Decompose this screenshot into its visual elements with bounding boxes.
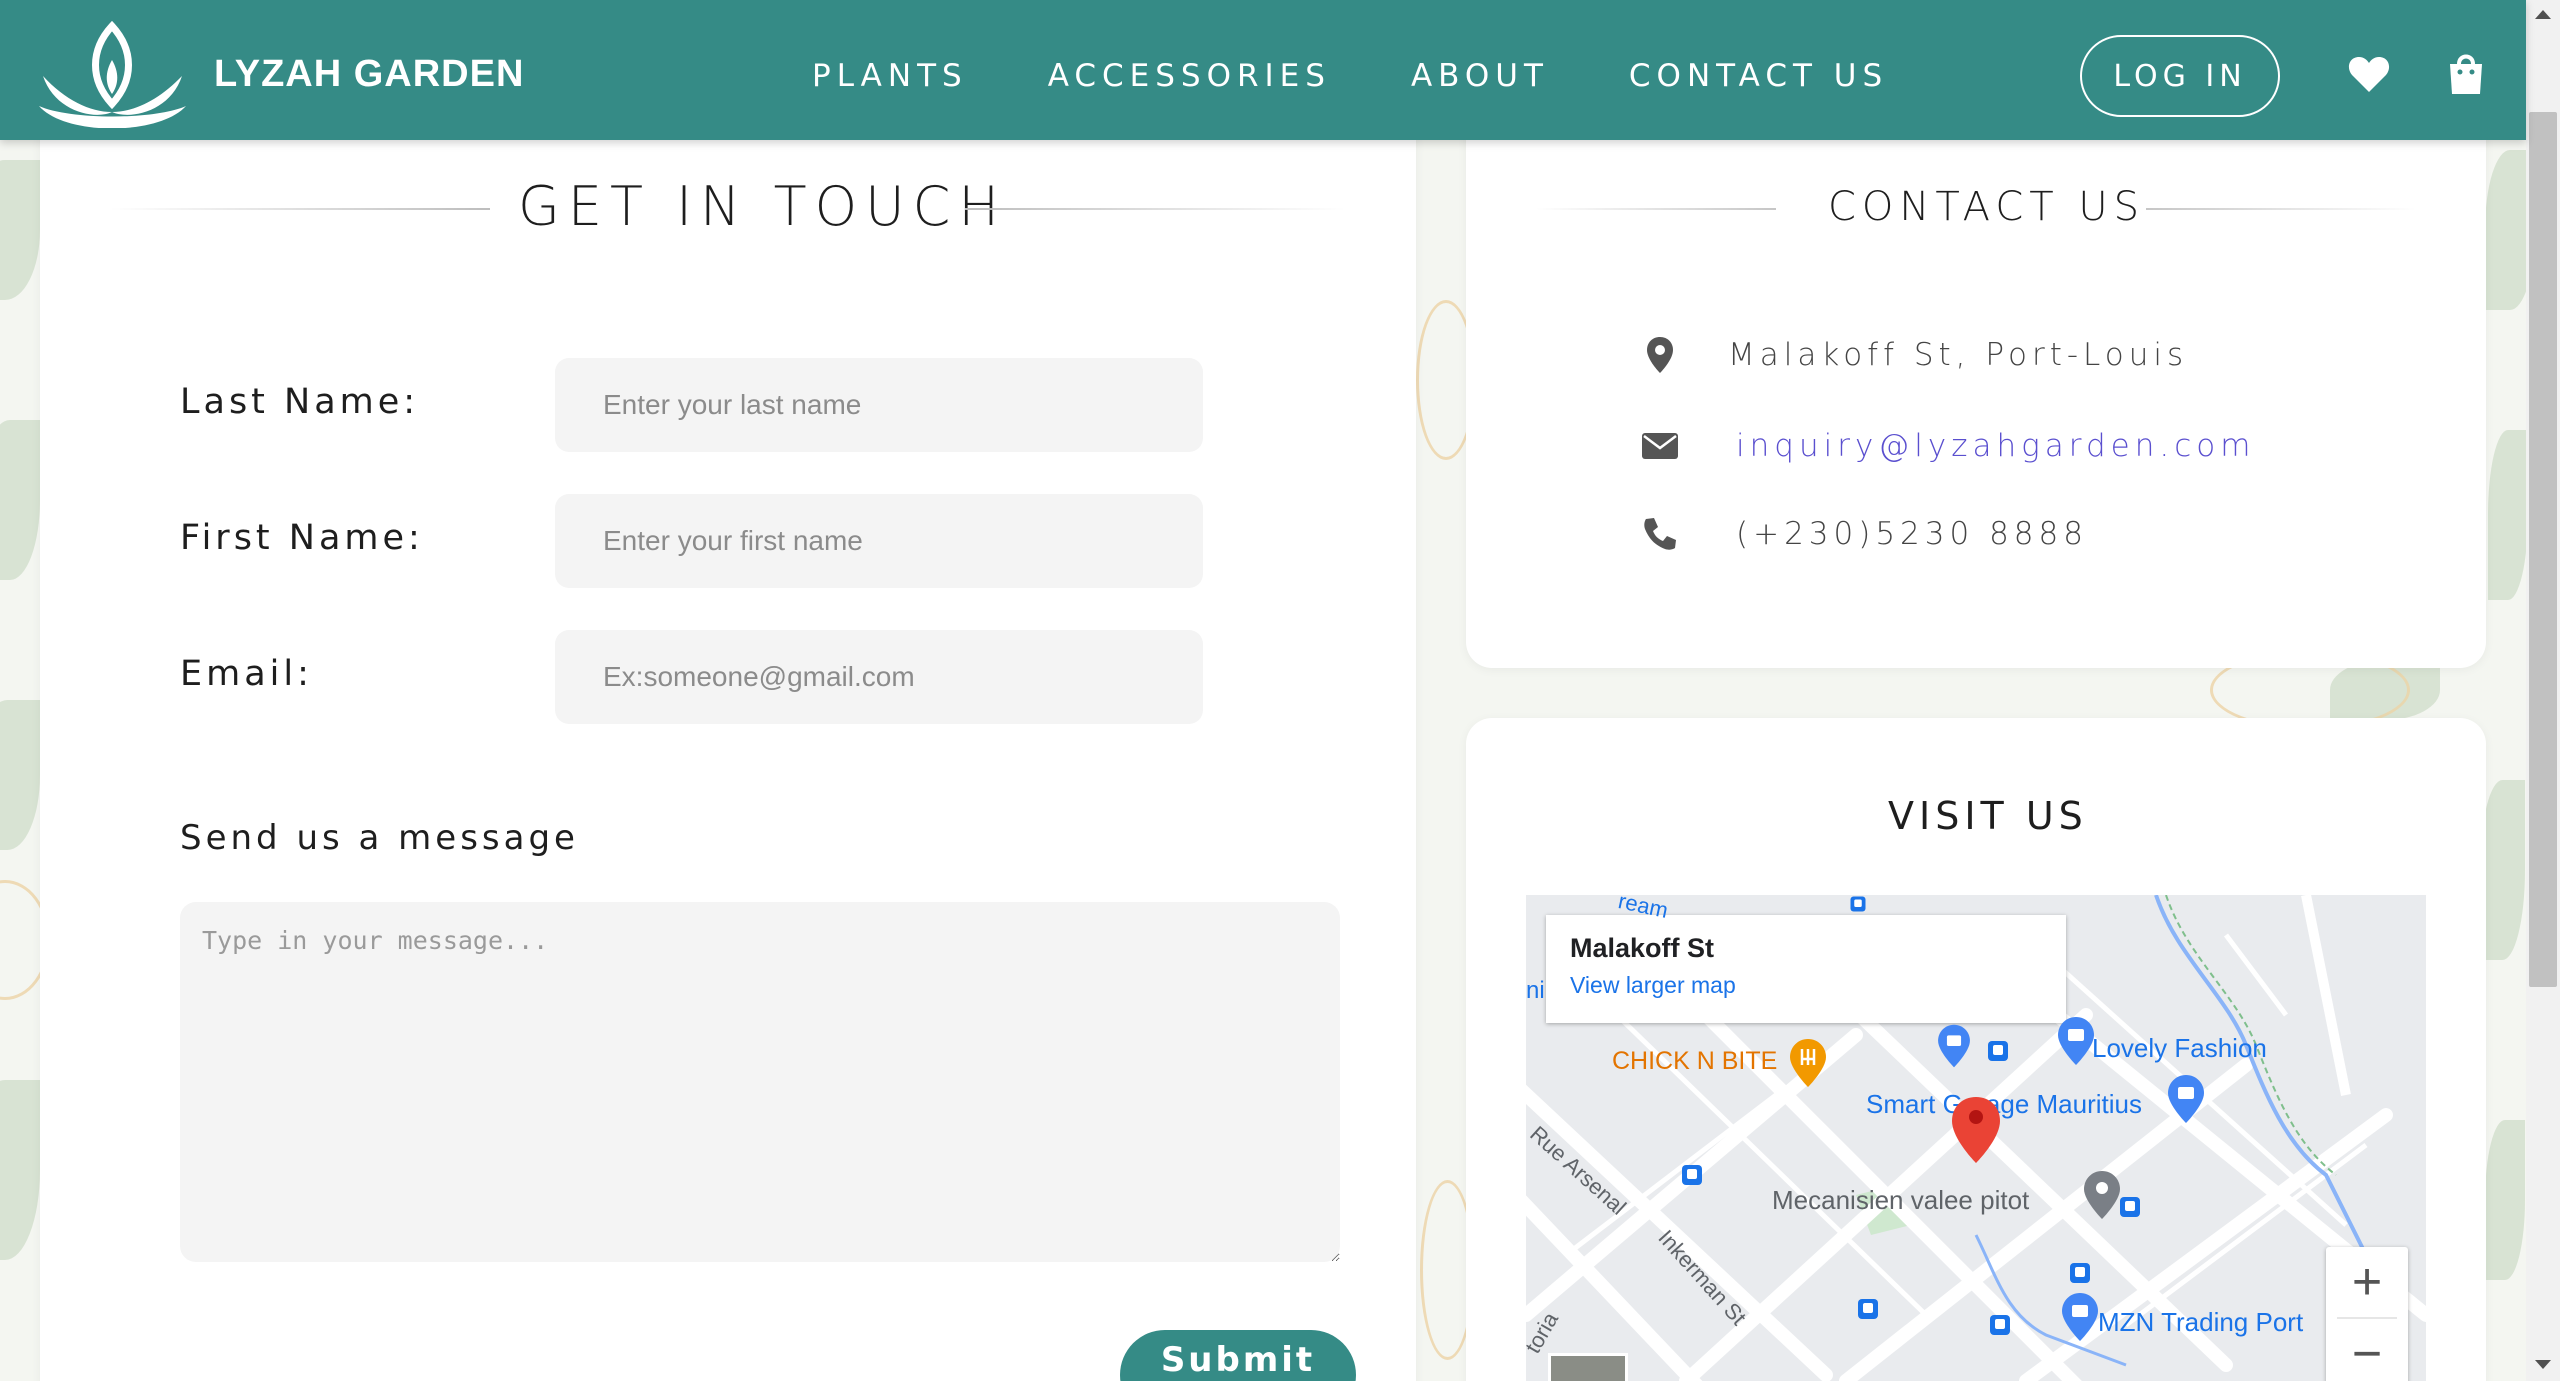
first-name-input[interactable]: [555, 494, 1203, 588]
submit-button[interactable]: Submit: [1120, 1330, 1356, 1381]
nav-about[interactable]: ABOUT: [1411, 58, 1549, 94]
map-place-card: Malakoff St View larger map: [1546, 915, 2066, 1023]
nav-accessories[interactable]: ACCESSORIES: [1048, 58, 1331, 94]
scrollbar-thumb[interactable]: [2529, 112, 2557, 987]
top-navbar: LYZAH GARDEN PLANTS ACCESSORIES ABOUT CO…: [0, 0, 2526, 140]
last-name-input[interactable]: [555, 358, 1203, 452]
map-label-mzn-trading[interactable]: MZN Trading Port: [2098, 1307, 2303, 1338]
map-place-name: Malakoff St: [1570, 933, 1715, 963]
envelope-icon: [1640, 433, 1680, 459]
first-name-label: First Name:: [180, 518, 424, 558]
map-zoom-controls: + −: [2326, 1247, 2408, 1381]
main-nav: PLANTS ACCESSORIES ABOUT CONTACT US: [812, 58, 1968, 94]
email-label: Email:: [180, 654, 313, 694]
map-label-partial-left: ni: [1526, 977, 1545, 1004]
contact-address-row: Malakoff St, Port-Louis: [1640, 336, 2188, 374]
contact-email-link[interactable]: inquiry@lyzahgarden.com: [1736, 428, 2255, 464]
phone-icon: [1640, 517, 1680, 551]
map-layer-thumbnail[interactable]: [1548, 1353, 1628, 1381]
map-label-lovely-fashion[interactable]: Lovely Fashion: [2092, 1033, 2267, 1064]
nav-contact-us[interactable]: CONTACT US: [1629, 58, 1888, 94]
zoom-out-button[interactable]: −: [2326, 1319, 2408, 1381]
message-textarea[interactable]: [180, 902, 1340, 1262]
zoom-in-button[interactable]: +: [2326, 1247, 2408, 1317]
heart-icon[interactable]: [2348, 55, 2390, 93]
contact-address: Malakoff St, Port-Louis: [1728, 337, 2189, 373]
contact-title: CONTACT US: [1828, 184, 2146, 230]
contact-us-card: CONTACT US: [1466, 80, 2486, 668]
message-label: Send us a message: [180, 818, 579, 858]
scroll-down-arrow-icon[interactable]: [2535, 1360, 2551, 1369]
contact-phone-row: (+230)5230 8888: [1640, 516, 2088, 552]
title-divider-right: [965, 208, 1345, 210]
shopping-bag-icon[interactable]: [2447, 52, 2485, 96]
brand-name: LYZAH GARDEN: [214, 52, 525, 95]
get-in-touch-card: GET IN TOUCH Last Name: First Name: Emai…: [40, 80, 1416, 1381]
lotus-logo-icon: [39, 20, 186, 128]
map-label-mecanisien[interactable]: Mecanisien valee pitot: [1772, 1185, 2029, 1216]
visit-title: VISIT US: [1888, 794, 2088, 838]
google-map-embed[interactable]: Malakoff St View larger map ream ni CHIC…: [1526, 895, 2426, 1381]
map-label-chick-n-bite[interactable]: CHICK N BITE: [1612, 1047, 1777, 1076]
form-title: GET IN TOUCH: [518, 175, 1007, 238]
email-input[interactable]: [555, 630, 1203, 724]
location-pin-icon: [1640, 336, 1680, 374]
map-label-smart-garage[interactable]: Smart Garage Mauritius: [1866, 1089, 2142, 1120]
view-larger-map-link[interactable]: View larger map: [1570, 972, 2042, 999]
title-divider-left: [110, 208, 490, 210]
last-name-label: Last Name:: [180, 382, 420, 422]
scroll-up-arrow-icon[interactable]: [2535, 10, 2551, 19]
login-button[interactable]: LOG IN: [2080, 35, 2280, 117]
contact-title-divider-left: [1536, 208, 1776, 210]
contact-email-row: inquiry@lyzahgarden.com: [1640, 428, 2255, 464]
contact-phone: (+230)5230 8888: [1736, 516, 2088, 552]
brand-logo[interactable]: LYZAH GARDEN: [35, 20, 524, 128]
contact-title-divider-right: [2146, 208, 2416, 210]
nav-plants[interactable]: PLANTS: [812, 58, 968, 94]
